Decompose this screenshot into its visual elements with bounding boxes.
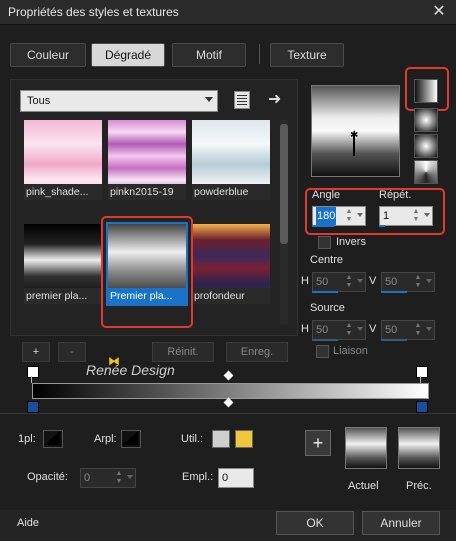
gradient-tile[interactable]: pinkn2015-19 <box>108 120 186 200</box>
spinner-icon[interactable]: ▲ ▼ <box>414 322 422 338</box>
chevron-down-icon <box>205 97 213 102</box>
close-icon[interactable]: ✕ <box>430 3 448 21</box>
chevron-down-icon[interactable] <box>127 475 133 479</box>
source-v-input[interactable]: 50 ▲ ▼ <box>381 320 435 340</box>
category-dropdown[interactable]: Tous <box>20 90 218 112</box>
gradient-preview[interactable]: ✱ <box>311 85 400 177</box>
center-h-value: 50 <box>316 276 329 288</box>
tab-separator <box>259 44 260 64</box>
add-icon[interactable]: + <box>305 430 331 456</box>
gradient-stop-bottom-right[interactable] <box>416 401 428 413</box>
cancel-button[interactable]: Annuler <box>362 511 440 535</box>
pl-color-button[interactable] <box>43 430 63 448</box>
category-selected: Tous <box>27 95 51 107</box>
source-v-label: V <box>369 323 377 335</box>
scrollbar-thumb[interactable] <box>280 124 288 244</box>
arpl-color-button[interactable] <box>121 430 141 448</box>
save-button[interactable]: Enreg. <box>226 342 288 362</box>
center-h-input[interactable]: 50 ▲ ▼ <box>312 272 366 292</box>
style-highlight <box>405 67 449 111</box>
stop-connector <box>31 376 32 383</box>
gradient-midpoint-bottom[interactable] <box>223 397 234 408</box>
remove-gradient-button[interactable]: - <box>58 342 86 362</box>
spinner-icon[interactable]: ▲ ▼ <box>414 274 422 290</box>
source-h-value: 50 <box>316 324 329 336</box>
document-icon[interactable] <box>234 91 250 109</box>
chevron-down-icon[interactable] <box>426 327 432 331</box>
window-title: Propriétés des styles et textures <box>8 5 179 19</box>
gradient-stop-bottom-left[interactable] <box>27 401 39 413</box>
link-checkbox[interactable] <box>316 345 329 358</box>
tab-degrade[interactable]: Dégradé <box>91 43 165 67</box>
opacity-input[interactable]: 0 ▲ ▼ <box>80 468 136 488</box>
util-color-swatch[interactable] <box>235 430 253 448</box>
chevron-down-icon[interactable] <box>357 279 363 283</box>
reset-button[interactable]: Réinit. <box>152 342 214 362</box>
gradient-tile-label: pink_shade... <box>24 184 102 200</box>
invert-label: Invers <box>336 236 366 248</box>
sunburst-style-button[interactable] <box>414 134 438 158</box>
current-label: Actuel <box>348 480 379 492</box>
radial-style-button[interactable] <box>414 160 438 184</box>
util-gray-swatch[interactable] <box>212 430 230 448</box>
tab-texture[interactable]: Texture <box>270 43 344 67</box>
gradient-tile[interactable]: pink_shade... <box>24 120 102 200</box>
gradient-midpoint-top[interactable] <box>223 370 234 381</box>
source-h-input[interactable]: 50 ▲ ▼ <box>312 320 366 340</box>
center-v-label: V <box>369 275 377 287</box>
center-v-input[interactable]: 50 ▲ ▼ <box>381 272 435 292</box>
empl-label: Empl.: <box>182 471 214 483</box>
gradient-tile-label: pinkn2015-19 <box>108 184 186 200</box>
empl-input[interactable]: 0 <box>218 468 254 488</box>
source-h-slider[interactable] <box>312 339 338 341</box>
arrow-right-icon[interactable]: ➜ <box>268 89 281 109</box>
gradient-tile-label: premier pla... <box>24 288 102 304</box>
empl-value: 0 <box>222 472 229 484</box>
current-preview <box>345 427 387 469</box>
gradient-bar[interactable] <box>32 383 429 399</box>
invert-checkbox[interactable] <box>318 236 331 249</box>
rectangular-style-button[interactable] <box>414 108 438 132</box>
tab-couleur[interactable]: Couleur <box>10 43 86 67</box>
gradient-tile[interactable]: profondeur <box>192 224 270 304</box>
ok-button[interactable]: OK <box>276 511 354 535</box>
gradient-tile-label: powderblue <box>192 184 270 200</box>
previous-preview[interactable] <box>398 427 440 469</box>
arpl-label: Arpl: <box>94 433 117 445</box>
divider <box>0 413 456 414</box>
opacity-label: Opacité: <box>27 471 68 483</box>
angle-highlight <box>305 188 445 235</box>
source-label: Source <box>310 302 345 314</box>
pl-label: 1pl: <box>18 433 36 445</box>
link-label: Liaison <box>333 345 368 357</box>
watermark: Renée Design <box>86 362 175 378</box>
gradient-tile-label: profondeur <box>192 288 270 304</box>
source-v-value: 50 <box>385 324 398 336</box>
chevron-down-icon[interactable] <box>357 327 363 331</box>
gradient-stop-top-left[interactable] <box>27 366 39 378</box>
spinner-icon[interactable]: ▲ ▼ <box>345 274 353 290</box>
stop-connector <box>420 376 421 383</box>
help-link[interactable]: Aide <box>17 517 39 529</box>
center-label: Centre <box>310 254 344 266</box>
previous-label: Préc. <box>406 480 432 492</box>
center-h-label: H <box>301 275 309 287</box>
center-v-value: 50 <box>385 276 398 288</box>
spinner-icon[interactable]: ▲ ▼ <box>345 322 353 338</box>
gradient-stop-top-right[interactable] <box>416 366 428 378</box>
center-h-slider[interactable] <box>312 291 338 293</box>
spinner-icon[interactable]: ▲ ▼ <box>115 470 123 486</box>
util-label: Util.: <box>181 433 203 445</box>
tab-motif[interactable]: Motif <box>172 43 246 67</box>
selected-tile-highlight <box>101 216 193 328</box>
gradient-tile[interactable]: powderblue <box>192 120 270 200</box>
add-gradient-button[interactable]: + <box>22 342 50 362</box>
center-v-slider[interactable] <box>381 291 407 293</box>
chevron-down-icon[interactable] <box>426 279 432 283</box>
gradient-tile[interactable]: premier pla... <box>24 224 102 304</box>
opacity-value: 0 <box>84 472 91 484</box>
source-v-slider[interactable] <box>381 339 407 341</box>
source-h-label: H <box>301 323 309 335</box>
